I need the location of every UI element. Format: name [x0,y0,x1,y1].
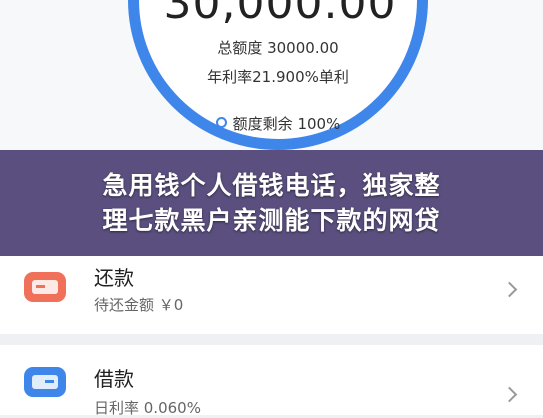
borrow-row[interactable]: 借款 日利率 0.060% [0,345,543,417]
headline-line-2: 理七款黑户亲测能下款的网贷 [102,206,441,235]
borrow-icon [24,367,66,397]
chevron-right-icon [501,281,518,298]
repay-title: 还款 [94,266,134,290]
borrow-title: 借款 [94,367,134,391]
headline-line-1: 急用钱个人借钱电话，独家整 [102,171,441,200]
repay-row[interactable]: 还款 待还金额 ￥0 [0,256,543,334]
remaining-limit-text: 额度剩余 100% [232,115,341,133]
limit-amount: 30,000.00 [163,0,397,29]
remaining-limit: 额度剩余 100% [178,113,378,134]
headline-banner: 急用钱个人借钱电话，独家整 理七款黑户亲测能下款的网贷 [0,150,543,256]
chevron-right-icon [501,386,518,403]
annual-rate: 年利率21.900%单利 [207,68,349,86]
circle-dot-icon [215,117,227,128]
total-limit: 总额度 30000.00 [217,39,339,57]
repay-icon [24,272,66,302]
repay-amount: 待还金额 ￥0 [94,296,184,314]
